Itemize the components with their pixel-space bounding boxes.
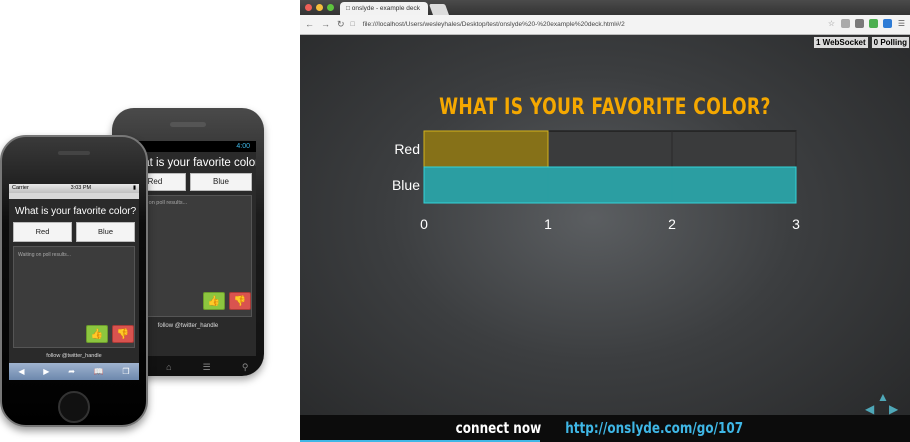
close-window-icon[interactable] [305,4,312,11]
share-icon[interactable]: ➦ [68,367,75,376]
thumbs-down-icon[interactable]: 👎 [229,292,251,310]
iphone-status-bar: Carrier 3:03 PM ▮ [9,184,139,193]
new-tab-button[interactable] [428,4,450,15]
search-key-icon[interactable]: ⚲ [242,362,249,373]
iphone-carrier: Carrier [12,185,29,191]
x-tick-label: 1 [544,216,552,232]
poll-bar-chart: Red Blue 0 1 2 3 [392,130,800,232]
tabs-icon[interactable]: ❐ [122,367,129,376]
back-icon[interactable]: ◀ [18,367,24,376]
bookmark-star-icon[interactable]: ☆ [827,19,836,28]
right-arrow-icon[interactable]: ▶ [889,402,898,416]
extension-icon[interactable] [883,19,892,28]
x-tick-label: 2 [668,216,676,232]
polling-counter: 0 Polling [870,36,910,49]
x-tick-label: 3 [792,216,800,232]
tab-title: onslyde - example deck [351,5,421,12]
connect-banner: connect now http://onslyde.com/go/107 [300,419,910,437]
file-icon: □ [350,21,355,28]
iphone-earpiece [58,151,90,155]
iphone-results-panel: Waiting on poll results... 👍 👎 [13,246,135,348]
iphone-blue-button[interactable]: Blue [76,222,135,242]
reload-icon[interactable]: ↻ [337,19,345,30]
bookmarks-icon[interactable]: 📖 [94,367,104,376]
thumbs-up-icon[interactable]: 👍 [203,292,225,310]
extension-icon[interactable] [855,19,864,28]
battery-icon: ▮ [132,185,136,191]
forward-icon[interactable]: ▶ [43,367,49,376]
connect-label: connect now [455,419,541,437]
android-time: 4:00 [236,143,250,150]
left-arrow-icon[interactable]: ◀ [865,402,874,416]
url-field[interactable]: file:///localhost/Users/wesleyhales/Desk… [363,21,625,28]
connect-url-link[interactable]: http://onslyde.com/go/107 [565,419,743,437]
home-button[interactable] [58,391,90,423]
iphone-waiting-text: Waiting on poll results... [18,252,71,258]
slide-footer: connect now http://onslyde.com/go/107 [300,415,910,442]
forward-arrow-icon[interactable]: → [321,19,330,30]
address-bar: ← → ↻ □ file:///localhost/Users/wesleyha… [300,15,910,35]
tab-strip: □ onslyde - example deck [300,0,910,15]
browser-window: □ onslyde - example deck ← → ↻ □ file://… [300,0,910,442]
extension-icons: ☆ ☰ [827,19,906,28]
home-key-icon[interactable]: ⌂ [166,362,171,373]
iphone: Carrier 3:03 PM ▮ What is your favorite … [0,135,148,427]
iphone-red-button[interactable]: Red [13,222,72,242]
extension-icon[interactable] [869,19,878,28]
iphone-time: 3:03 PM [70,185,92,191]
iphone-screen: Carrier 3:03 PM ▮ What is your favorite … [9,184,139,380]
menu-icon[interactable]: ☰ [897,19,906,28]
bar-blue [423,166,797,204]
nav-buttons: ← → ↻ [300,19,345,30]
connection-counters: 1 WebSocket 0 Polling [813,36,910,49]
composite-screenshot: 4:00 What is your favorite color? Red Bl… [0,0,910,442]
tab-onslyde[interactable]: □ onslyde - example deck [340,2,428,15]
category-label: Red [394,141,420,157]
websocket-counter: 1 WebSocket [813,36,869,49]
category-label: Blue [392,177,420,193]
back-arrow-icon[interactable]: ← [305,19,314,30]
thumbs-down-icon[interactable]: 👎 [112,325,134,343]
up-arrow-icon[interactable]: ▲ [877,390,889,404]
iphone-follow-text: follow @twitter_handle [46,353,102,359]
extension-icon[interactable] [841,19,850,28]
android-blue-button[interactable]: Blue [190,173,252,191]
menu-key-icon[interactable]: ☰ [203,362,211,373]
iphone-question: What is your favorite color? [15,206,137,217]
bar-red [423,130,549,168]
presentation-slide: 1 WebSocket 0 Polling WHAT IS YOUR FAVOR… [300,35,910,442]
x-tick-label: 0 [420,216,428,232]
window-controls [305,4,334,11]
iphone-safari-toolbar: ◀ ▶ ➦ 📖 ❐ [9,363,139,380]
minimize-window-icon[interactable] [316,4,323,11]
slide-title: WHAT IS YOUR FAVORITE COLOR? [439,95,771,120]
phone-speaker [170,122,206,127]
iphone-options: Red Blue [9,217,139,242]
thumbs-up-icon[interactable]: 👍 [86,325,108,343]
maximize-window-icon[interactable] [327,4,334,11]
